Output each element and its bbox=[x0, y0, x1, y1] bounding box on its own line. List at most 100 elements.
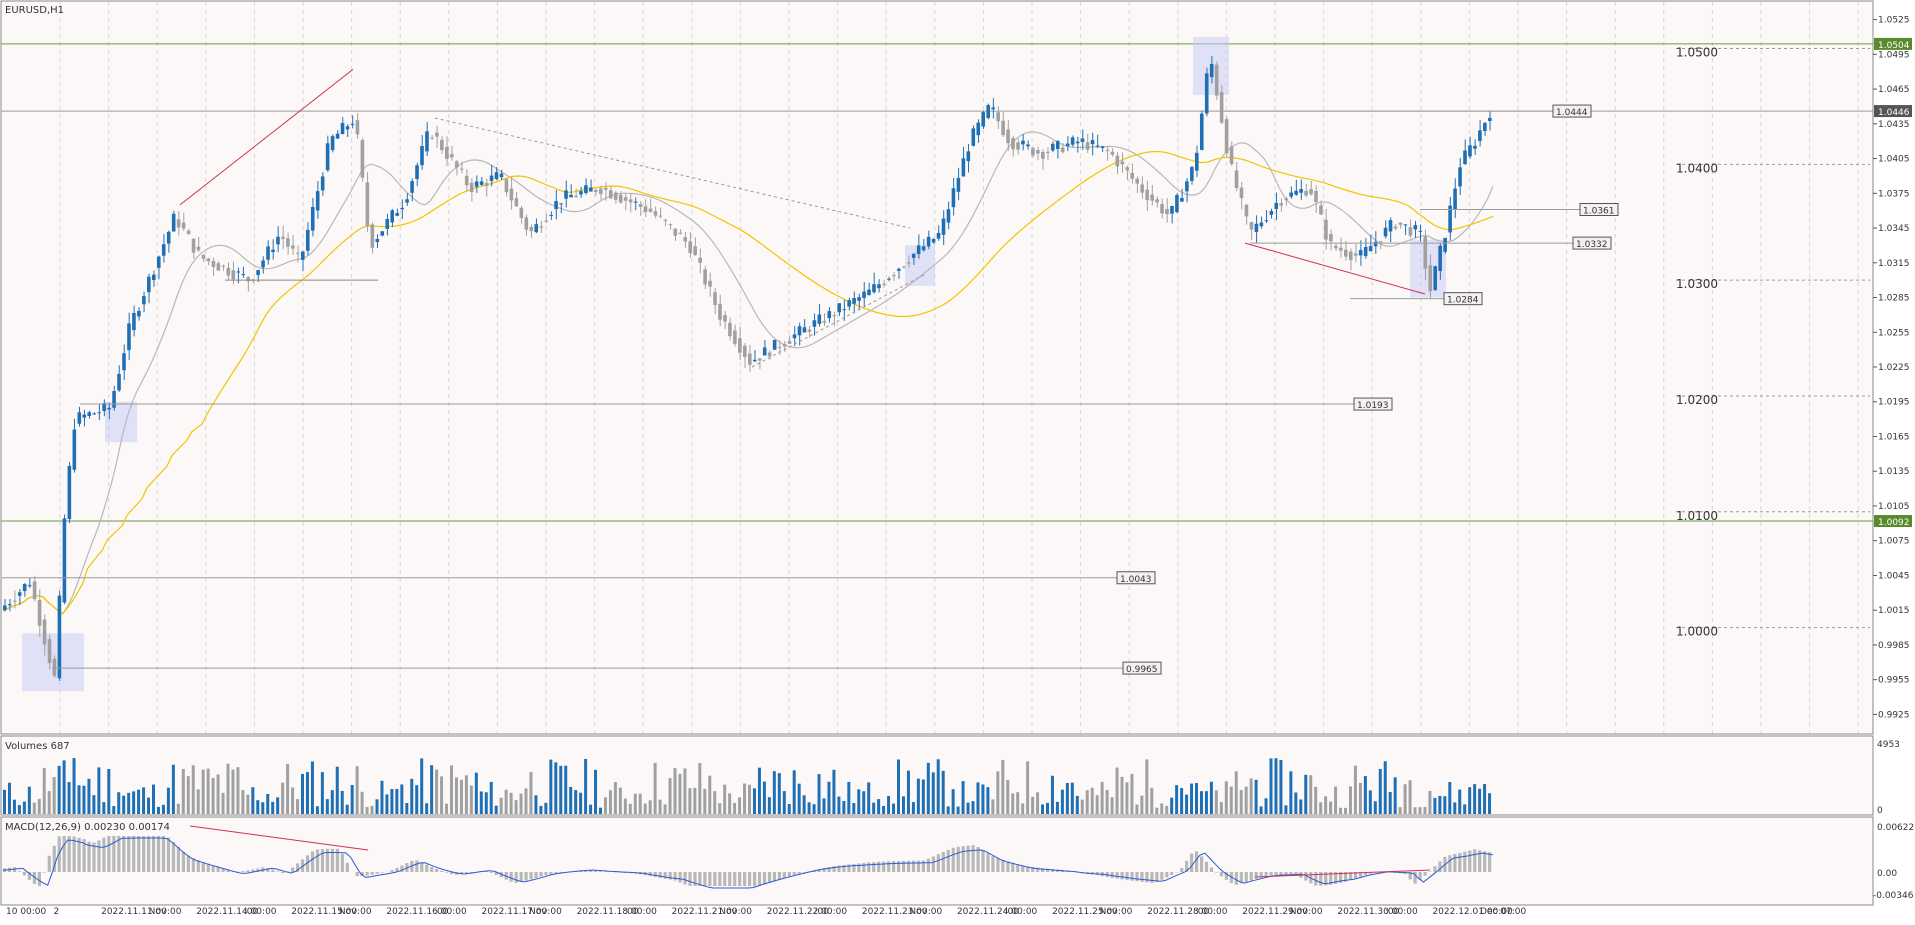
macd-bar bbox=[981, 850, 985, 872]
candle-body bbox=[385, 219, 390, 229]
volume-bar bbox=[47, 791, 51, 814]
volume-bar bbox=[1011, 793, 1015, 814]
candle-body bbox=[161, 244, 166, 256]
volume-bar bbox=[1244, 786, 1248, 814]
candle-body bbox=[484, 182, 489, 187]
volume-bar bbox=[67, 782, 71, 814]
candle-body bbox=[181, 222, 186, 229]
macd-bar bbox=[137, 836, 141, 872]
volume-bar bbox=[216, 774, 220, 814]
time-tick-label: :00 bbox=[244, 907, 259, 917]
volume-bar bbox=[1339, 807, 1343, 814]
candle-body bbox=[594, 190, 598, 193]
macd-bar bbox=[599, 871, 603, 872]
volume-bar bbox=[926, 762, 930, 814]
candle-body bbox=[1339, 247, 1343, 251]
candle-body bbox=[782, 343, 787, 347]
volume-bar bbox=[946, 806, 950, 814]
candle-body bbox=[469, 182, 474, 193]
candle-body bbox=[1363, 246, 1368, 257]
candle-body bbox=[291, 245, 295, 249]
volume-bar bbox=[584, 758, 588, 814]
macd-bar bbox=[936, 854, 940, 872]
time-tick-label: 2022.11.29 00:00 bbox=[1242, 907, 1323, 917]
volume-bar bbox=[752, 788, 756, 814]
time-tick-label: Nov bbox=[1290, 907, 1308, 917]
macd-bar bbox=[92, 842, 96, 872]
volume-bar bbox=[152, 784, 155, 814]
candle-body bbox=[1090, 140, 1095, 145]
macd-bar bbox=[340, 853, 344, 872]
candle-body bbox=[1259, 222, 1264, 227]
time-tick-label: Dec 07:00 bbox=[1480, 907, 1526, 917]
candle-body bbox=[559, 203, 563, 205]
candle-body bbox=[1026, 144, 1030, 147]
volume-bar bbox=[469, 785, 473, 814]
macd-bar bbox=[1120, 872, 1124, 880]
volume-bar bbox=[459, 779, 463, 814]
volume-bar bbox=[1046, 802, 1049, 814]
macd-bar bbox=[1284, 872, 1288, 875]
candle-body bbox=[509, 188, 514, 201]
candle-body bbox=[1433, 266, 1437, 291]
macd-bar bbox=[156, 836, 161, 872]
candle-body bbox=[261, 260, 265, 268]
volume-bar bbox=[1175, 785, 1179, 814]
time-tick-label: :00 bbox=[1195, 907, 1210, 917]
macd-bar bbox=[1011, 862, 1015, 872]
candle-body bbox=[216, 263, 221, 271]
volume-bar bbox=[554, 762, 558, 814]
volume-bar bbox=[1289, 771, 1293, 814]
volume-bar bbox=[633, 793, 637, 814]
volume-bar bbox=[32, 802, 36, 814]
volume-bar bbox=[305, 772, 309, 814]
macd-bar bbox=[102, 837, 106, 872]
candle-body bbox=[1274, 203, 1279, 209]
macd-bar bbox=[901, 860, 906, 872]
macd-bar bbox=[1269, 872, 1273, 876]
volume-bar bbox=[991, 799, 995, 814]
candle-body bbox=[996, 112, 1000, 122]
volume-bar bbox=[842, 801, 846, 814]
time-tick-label: 2022.11.23 00:00 bbox=[862, 907, 943, 917]
price-tick-label: 1.0465 bbox=[1878, 85, 1910, 95]
candle-body bbox=[1224, 119, 1229, 154]
candle-body bbox=[156, 256, 161, 268]
macd-bar bbox=[1279, 872, 1283, 875]
macd-bar bbox=[529, 872, 533, 880]
volume-bar bbox=[867, 782, 871, 814]
candle-body bbox=[1180, 198, 1184, 202]
price-tick-label: 1.0255 bbox=[1878, 328, 1910, 338]
macd-tick-max: 0.00622 bbox=[1877, 823, 1914, 833]
candle-body bbox=[1423, 236, 1428, 269]
macd-bar bbox=[524, 872, 528, 881]
macd-bar bbox=[365, 872, 369, 876]
volume-bar bbox=[534, 795, 538, 814]
volume-bar bbox=[1080, 799, 1084, 814]
volume-bar bbox=[1249, 778, 1253, 814]
volume-bar bbox=[882, 805, 886, 814]
candle-body bbox=[906, 262, 911, 264]
macd-bar bbox=[1180, 868, 1184, 872]
volume-bar bbox=[450, 765, 453, 814]
candle-body bbox=[301, 251, 305, 260]
volume-bar bbox=[107, 768, 111, 814]
volume-bar bbox=[832, 769, 836, 814]
volume-bar bbox=[1353, 765, 1357, 814]
candle-body bbox=[152, 274, 156, 281]
volume-bar bbox=[653, 762, 657, 814]
volume-bar bbox=[673, 768, 677, 814]
volume-bar bbox=[703, 788, 707, 814]
macd-bar bbox=[594, 870, 598, 872]
macd-bar bbox=[52, 845, 56, 872]
candle-body bbox=[310, 207, 315, 231]
macd-bar bbox=[961, 846, 965, 872]
time-tick-label: 10 00:00 bbox=[6, 907, 47, 917]
macd-bar bbox=[355, 872, 359, 877]
volume-bar bbox=[981, 784, 985, 814]
candle-body bbox=[807, 329, 812, 332]
candle-body bbox=[1041, 151, 1045, 159]
volume-bar bbox=[1219, 802, 1223, 814]
chart-canvas[interactable]: 1.0500 1.0400 1.0300 1.0200 1.0100 1.0000 1.05… bbox=[0, 0, 1915, 925]
candle-body bbox=[1314, 190, 1318, 203]
